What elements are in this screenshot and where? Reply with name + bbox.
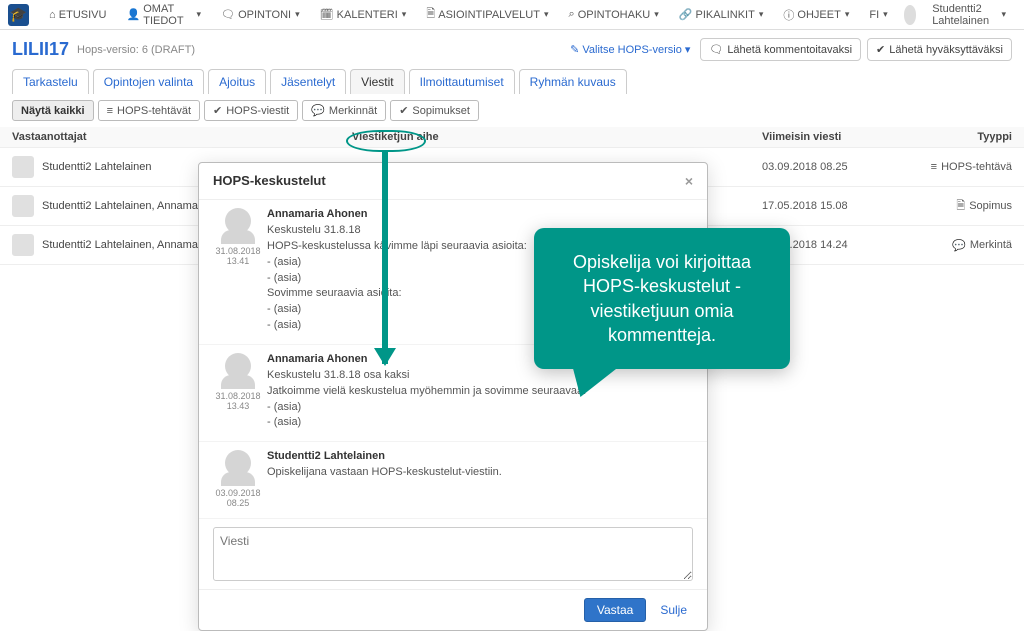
thread-message: 03.09.2018 08.25 Studentti2 Lahtelainen O… [199, 442, 707, 519]
nav-kalenteri[interactable]: 🗓 KALENTERI▾ [310, 8, 417, 21]
tab-viestit[interactable]: Viestit [350, 69, 404, 94]
version-selector[interactable]: ✎ Valitse HOPS-versio ▾ [570, 43, 690, 56]
filter-merkinnat[interactable]: 💬Merkinnät [302, 100, 386, 121]
close-button[interactable]: Sulje [654, 598, 693, 622]
filter-row: Näytä kaikki ≡HOPS-tehtävät ✔HOPS-viesti… [0, 94, 1024, 127]
user-menu[interactable]: Studentti2 Lahtelainen▾ [922, 3, 1016, 27]
latest-date: 17.05.2018 15.08 [762, 200, 902, 212]
speech-icon: 🗨 [221, 8, 235, 21]
filter-hops-viestit[interactable]: ✔HOPS-viestit [204, 100, 298, 121]
nav-ohjeet[interactable]: ⓘ OHJEET▾ [773, 7, 859, 23]
comment-icon: 💬 [311, 104, 325, 117]
search-icon: ⌕ [568, 8, 574, 21]
latest-date: 03.09.2018 08.25 [762, 161, 902, 173]
logo[interactable]: 🎓 [8, 4, 29, 26]
page-title: LILII17 [12, 39, 69, 60]
person-icon [225, 353, 251, 379]
message-type: 🗎 Sopimus [902, 197, 1012, 216]
nav-etusivu[interactable]: ⌂ ETUSIVU [39, 9, 116, 21]
type-icon: ≡ [931, 161, 937, 173]
send-comment-button[interactable]: 🗨 Lähetä kommentoitavaksi [700, 38, 861, 61]
tab-ilmoittautumiset[interactable]: Ilmoittautumiset [409, 69, 515, 94]
user-icon: 👤 [126, 8, 140, 21]
reply-textarea[interactable] [213, 527, 693, 581]
filter-hops-tehtavat[interactable]: ≡HOPS-tehtävät [98, 100, 200, 121]
check-icon: ✔ [399, 104, 408, 117]
person-icon [225, 450, 251, 476]
link-icon: 🔗 [679, 8, 693, 21]
message-line: Jatkoimme vielä keskustelua myöhemmin ja… [267, 384, 693, 399]
col-latest: Viimeisin viesti [762, 131, 902, 143]
modal-title: HOPS-keskustelut [213, 173, 326, 189]
nav-omat-tiedot[interactable]: 👤 OMAT TIEDOT▾ [116, 3, 211, 27]
send-approve-button[interactable]: ✔ Lähetä hyväksyttäväksi [867, 38, 1012, 61]
message-type: 💬 Merkintä [902, 239, 1012, 252]
message-type: ≡ HOPS-tehtävä [902, 161, 1012, 173]
filter-all[interactable]: Näytä kaikki [12, 100, 94, 121]
title-bar: LILII17 Hops-versio: 6 (DRAFT) ✎ Valitse… [0, 30, 1024, 69]
avatar [12, 156, 34, 178]
tab-jasentelyt[interactable]: Jäsentelyt [270, 69, 346, 94]
col-recipients: Vastaanottajat [12, 131, 352, 143]
message-line: Keskustelu 31.8.18 osa kaksi [267, 368, 693, 383]
message-timestamp: 31.08.2018 13.43 [209, 391, 267, 411]
nav-opintoni[interactable]: 🗨 OPINTONI▾ [211, 8, 310, 21]
help-callout: Opiskelija voi kirjoittaa HOPS-keskustel… [534, 228, 790, 369]
check-icon: ✔ [213, 104, 222, 117]
message-line: - (asia) [267, 415, 693, 430]
user-avatar [904, 5, 917, 25]
message-timestamp: 03.09.2018 08.25 [209, 488, 267, 508]
col-type: Tyyppi [902, 131, 1012, 143]
person-icon [225, 208, 251, 234]
tab-ajoitus[interactable]: Ajoitus [208, 69, 266, 94]
nav-opintohaku[interactable]: ⌕ OPINTOHAKU▾ [558, 8, 668, 21]
message-author: Studentti2 Lahtelainen [267, 450, 693, 462]
close-icon[interactable]: × [685, 173, 693, 189]
reply-button[interactable]: Vastaa [584, 598, 646, 622]
message-line: Opiskelijana vastaan HOPS-keskustelut-vi… [267, 465, 693, 480]
language-selector[interactable]: FI▾ [859, 9, 897, 21]
type-icon: 💬 [952, 239, 966, 252]
message-timestamp: 31.08.2018 13.41 [209, 246, 267, 266]
filter-sopimukset[interactable]: ✔Sopimukset [390, 100, 479, 121]
table-header: Vastaanottajat Viestiketjun aihe Viimeis… [0, 127, 1024, 148]
top-navigation: 🎓 ⌂ ETUSIVU 👤 OMAT TIEDOT▾ 🗨 OPINTONI▾ 🗓… [0, 0, 1024, 30]
tab-tarkastelu[interactable]: Tarkastelu [12, 69, 89, 94]
avatar [12, 195, 34, 217]
nav-asiointipalvelut[interactable]: 🗎 ASIOINTIPALVELUT▾ [416, 5, 558, 24]
tab-ryhman-kuvaus[interactable]: Ryhmän kuvaus [519, 69, 627, 94]
nav-pikalinkit[interactable]: 🔗 PIKALINKIT▾ [669, 8, 774, 21]
type-icon: 🗎 [956, 197, 965, 216]
message-author: Annamaria Ahonen [267, 208, 693, 220]
info-icon: ⓘ [783, 7, 794, 23]
col-topic: Viestiketjun aihe [352, 131, 762, 143]
list-icon: ≡ [107, 105, 113, 117]
home-icon: ⌂ [49, 9, 56, 21]
calendar-icon: 🗓 [320, 8, 334, 21]
page-subtitle: Hops-versio: 6 (DRAFT) [77, 44, 195, 56]
doc-icon: 🗎 [426, 5, 435, 24]
avatar [12, 234, 34, 256]
tab-row: Tarkastelu Opintojen valinta Ajoitus Jäs… [0, 69, 1024, 94]
message-line: - (asia) [267, 400, 693, 415]
tab-opintojen-valinta[interactable]: Opintojen valinta [93, 69, 204, 94]
